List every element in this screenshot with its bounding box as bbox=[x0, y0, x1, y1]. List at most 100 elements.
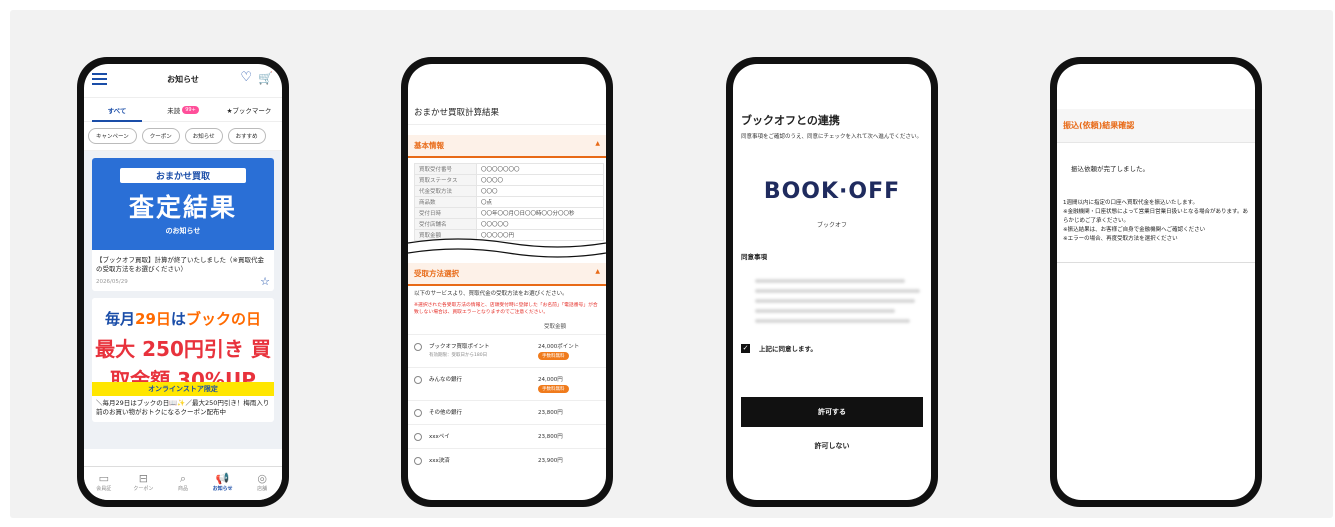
page-title: お知らせ bbox=[167, 75, 199, 84]
info-key: 受付日時 bbox=[414, 207, 477, 219]
completion-message: 振込依頼が完了しました。 bbox=[1071, 165, 1149, 173]
radio-button[interactable] bbox=[414, 376, 422, 384]
coupon-icon: ⊟ bbox=[138, 472, 148, 485]
category-chips: キャンペーン クーポン お知らせ おすすめ bbox=[84, 122, 282, 151]
transfer-result-screen: 振込(依頼)結果確認 振込依頼が完了しました。 1週間以内に指定の口座へ買取代金… bbox=[1057, 64, 1255, 500]
transfer-notes: 1週間以内に指定の口座へ買取代金を振込いたします。 ※金融機関・口座状態によって… bbox=[1057, 199, 1255, 244]
fee-free-badge: 手数料無料 bbox=[538, 385, 569, 393]
location-pin-icon: ◎ bbox=[257, 472, 267, 485]
nav-news[interactable]: 📢 お知らせ bbox=[203, 467, 243, 500]
calculation-screen: おまかせ買取計算結果 基本情報 ▲ 買取受付番号 〇〇〇〇〇〇〇 買取ステータス 〇〇… bbox=[408, 64, 606, 500]
notification-feed: おまかせ買取 査定結果 のお知らせ 【ブックオフ買取】計算が終了いたしました（※… bbox=[84, 151, 282, 449]
heart-icon[interactable]: ♡ bbox=[240, 70, 252, 85]
agreement-heading: 同意事項 bbox=[741, 253, 767, 261]
option-note: 有効期限：受取日から180日 bbox=[429, 353, 488, 358]
info-value: 〇〇〇 bbox=[476, 185, 604, 197]
notification-tabs: すべて 未読 99+ ★ブックマーク bbox=[84, 98, 282, 122]
tab-bookmark-label: ★ブックマーク bbox=[226, 106, 272, 115]
info-key: 受付店舗名 bbox=[414, 218, 477, 230]
info-key: 買取ステータス bbox=[414, 174, 477, 186]
info-value: 〇〇〇〇〇 bbox=[476, 218, 604, 230]
deny-button[interactable]: 許可しない bbox=[733, 441, 931, 451]
table-row: 買取ステータス 〇〇〇〇 bbox=[414, 174, 604, 186]
option-other-bank[interactable]: その他の銀行 23,800円 bbox=[408, 400, 606, 424]
cart-icon[interactable]: 🛒 bbox=[258, 71, 273, 85]
tab-unread[interactable]: 未読 99+ bbox=[150, 98, 216, 121]
agree-checkbox-row[interactable]: ✓ 上記に同意します。 bbox=[733, 337, 931, 359]
allow-button[interactable]: 許可する bbox=[741, 397, 923, 427]
nav-coupon-label: クーポン bbox=[133, 486, 154, 492]
note-line: ※金融機関・口座状態によって営業日営業日扱いとなる場合があります。あらかじめご了… bbox=[1063, 209, 1248, 224]
banner-subtitle: のお知らせ bbox=[165, 227, 201, 235]
nav-store-label: 店舗 bbox=[257, 486, 268, 492]
blurred-line bbox=[755, 299, 915, 303]
notifications-screen: お知らせ ♡ 🛒 すべて 未読 99+ ★ブックマーク キャンペーン クーポン お… bbox=[84, 64, 282, 500]
info-value: 〇〇年〇〇月〇日〇〇時〇〇分〇〇秒 bbox=[476, 207, 604, 219]
chip-recommend[interactable]: おすすめ bbox=[227, 128, 266, 144]
option-bookoff-points[interactable]: ブックオフ買取ポイント 有効期限：受取日から180日 24,000ポイント 手数料無料 bbox=[408, 334, 606, 367]
nav-member-card[interactable]: ▭ 会員証 bbox=[84, 467, 124, 500]
notification-card-assessment[interactable]: おまかせ買取 査定結果 のお知らせ 【ブックオフ買取】計算が終了いたしました（※… bbox=[92, 158, 274, 291]
checkbox-checked-icon[interactable]: ✓ bbox=[741, 343, 750, 353]
note-line: 1週間以内に指定の口座へ買取代金を振込いたします。 bbox=[1063, 200, 1198, 206]
info-value: 〇〇〇〇 bbox=[476, 174, 604, 186]
nav-store[interactable]: ◎ 店舗 bbox=[242, 467, 282, 500]
option-minna-bank[interactable]: みんなの銀行 24,000円 手数料無料 bbox=[408, 367, 606, 400]
radio-button[interactable] bbox=[414, 343, 422, 351]
collapse-arrow-icon[interactable]: ▲ bbox=[595, 140, 600, 147]
nav-product-label: 商品 bbox=[177, 486, 188, 492]
receipt-description: 以下のサービスより、買取代金の受取方法をお選びください。 bbox=[414, 291, 568, 297]
chip-campaign[interactable]: キャンペーン bbox=[88, 128, 137, 144]
megaphone-icon: 📢 bbox=[215, 472, 230, 485]
consent-intro: 同意事項をご確認のうえ、同意にチェックを入れて次へ進んでください。 bbox=[741, 134, 923, 140]
chip-news[interactable]: お知らせ bbox=[184, 128, 223, 144]
radio-button[interactable] bbox=[414, 457, 422, 465]
section-basic-info-label: 基本情報 bbox=[414, 141, 444, 150]
collapse-arrow-icon[interactable]: ▲ bbox=[595, 268, 600, 275]
bookday-headline-d: ブックの日 bbox=[185, 310, 261, 328]
info-value: 〇〇〇〇〇〇〇 bbox=[476, 163, 604, 175]
info-value: 〇点 bbox=[476, 196, 604, 208]
radio-button[interactable] bbox=[414, 409, 422, 417]
notification-text: ＼毎月29日はブックの日📖✨／最大250円引き！梅雨入り前のお買い物がおトクにな… bbox=[96, 399, 270, 416]
banner-headline: 査定結果 bbox=[128, 193, 237, 222]
bookmark-star-icon[interactable]: ☆ bbox=[260, 275, 270, 288]
member-card-icon: ▭ bbox=[98, 472, 109, 485]
chip-coupon[interactable]: クーポン bbox=[141, 128, 180, 144]
blurred-agreement-text bbox=[741, 279, 923, 337]
blurred-line bbox=[755, 279, 905, 283]
wave-divider-graphic bbox=[408, 238, 606, 258]
radio-button[interactable] bbox=[414, 433, 422, 441]
nav-product[interactable]: ⌕ 商品 bbox=[163, 467, 203, 500]
notification-card-bookday[interactable]: 毎月29日はブックの日 最大 250円引き 買取金額 30%UP オンラインスト… bbox=[92, 298, 274, 422]
product-icon: ⌕ bbox=[179, 472, 187, 485]
phone-frame-notifications: お知らせ ♡ 🛒 すべて 未読 99+ ★ブックマーク キャンペーン クーポン お… bbox=[77, 57, 289, 507]
option-amount: 23,900円 bbox=[538, 458, 563, 464]
tab-all[interactable]: すべて bbox=[84, 98, 150, 122]
table-row: 代金受取方法 〇〇〇 bbox=[414, 185, 604, 197]
bottom-navigation: ▭ 会員証 ⊟ クーポン ⌕ 商品 📢 お知らせ ◎ 店舗 bbox=[84, 466, 282, 500]
tab-bookmark[interactable]: ★ブックマーク bbox=[216, 98, 282, 121]
notification-date-row: 2026/05/29 ☆ bbox=[92, 275, 274, 291]
divider bbox=[1057, 262, 1255, 263]
nav-coupon[interactable]: ⊟ クーポン bbox=[124, 467, 164, 500]
page-title: 振込(依頼)結果確認 bbox=[1057, 109, 1255, 143]
section-receipt-method[interactable]: 受取方法選択 ▲ bbox=[408, 263, 606, 286]
option-xxx-settlement[interactable]: xxx決済 23,900円 bbox=[408, 448, 606, 472]
section-break-wave bbox=[408, 235, 606, 261]
option-xxx-pay[interactable]: xxxペイ 23,800円 bbox=[408, 424, 606, 448]
page-title: ブックオフとの連携 bbox=[741, 114, 840, 127]
bookday-headline-a: 毎月 bbox=[105, 310, 136, 328]
option-name: xxxペイ bbox=[429, 434, 450, 440]
section-basic-info[interactable]: 基本情報 ▲ bbox=[408, 135, 606, 158]
bookday-online-only: オンラインストア限定 bbox=[92, 382, 274, 396]
blurred-line bbox=[755, 319, 910, 323]
note-line: ※振込結果は、お客様ご自身で金融機関へご確認ください bbox=[1063, 227, 1206, 233]
table-row: 買取受付番号 〇〇〇〇〇〇〇 bbox=[414, 163, 604, 175]
nav-member-card-label: 会員証 bbox=[96, 486, 112, 492]
app-header: お知らせ ♡ 🛒 bbox=[84, 64, 282, 98]
option-amount: 23,800円 bbox=[538, 410, 563, 416]
status-area bbox=[408, 64, 606, 106]
option-name: みんなの銀行 bbox=[429, 377, 463, 383]
option-amount: 23,800円 bbox=[538, 434, 563, 440]
